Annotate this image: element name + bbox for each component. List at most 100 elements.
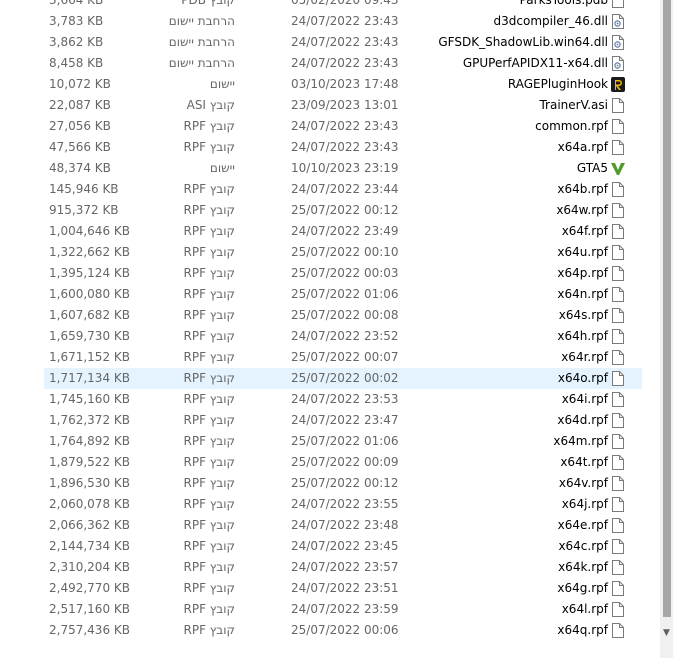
file-row[interactable]: 1,745,160 KB קובץ RPF 24/07/2022 23:53 x64i… <box>0 389 660 410</box>
file-type: קובץ RPF <box>183 245 236 259</box>
file-type: קובץ RPF <box>183 266 236 280</box>
file-date-modified: 10/10/2023 23:19 <box>291 161 399 175</box>
file-size: 1,671,152 KB <box>49 350 130 364</box>
file-size: 1,717,134 KB <box>49 371 130 385</box>
file-type: קובץ RPF <box>183 602 236 616</box>
file-type: הרחבת יישום <box>168 35 235 49</box>
dll-file-icon <box>611 14 625 29</box>
file-size: 2,492,770 KB <box>49 581 130 595</box>
file-date-modified: 24/07/2022 23:57 <box>291 560 399 574</box>
file-name: GFSDK_ShadowLib.win64.dll <box>438 35 608 49</box>
blank-file-icon <box>611 602 625 617</box>
blank-file-icon <box>611 287 625 302</box>
file-type: קובץ RPF <box>183 371 236 385</box>
file-row[interactable]: 1,607,682 KB קובץ RPF 25/07/2022 00:08 x64s… <box>0 305 660 326</box>
file-name: x64t.rpf <box>560 455 608 469</box>
file-name: x64e.rpf <box>557 518 608 532</box>
file-date-modified: 24/07/2022 23:45 <box>291 539 399 553</box>
file-row[interactable]: 1,879,522 KB קובץ RPF 25/07/2022 00:09 x64t… <box>0 452 660 473</box>
file-size: 1,395,124 KB <box>49 266 130 280</box>
file-row[interactable]: 2,310,204 KB קובץ RPF 24/07/2022 23:57 x64k… <box>0 557 660 578</box>
file-name: x64f.rpf <box>561 224 608 238</box>
file-row[interactable]: 3,783 KB הרחבת יישום 24/07/2022 23:43 d3dco… <box>0 11 660 32</box>
file-type: קובץ RPF <box>183 182 236 196</box>
file-row[interactable]: 2,144,734 KB קובץ RPF 24/07/2022 23:45 x64c… <box>0 536 660 557</box>
file-name: x64w.rpf <box>556 203 608 217</box>
file-size: 2,060,078 KB <box>49 497 130 511</box>
scrollbar-thumb[interactable] <box>663 0 671 617</box>
file-row[interactable]: 915,372 KB קובץ RPF 25/07/2022 00:12 x64w.r… <box>0 200 660 221</box>
file-type: יישום <box>209 161 235 175</box>
file-date-modified: 24/07/2022 23:43 <box>291 140 399 154</box>
file-type: קובץ RPF <box>183 224 236 238</box>
scroll-down-arrow-icon[interactable]: ▼ <box>660 626 673 640</box>
file-row[interactable]: 8,458 KB הרחבת יישום 24/07/2022 23:43 GPUPe… <box>0 53 660 74</box>
file-type: הרחבת יישום <box>168 14 235 28</box>
blank-file-icon <box>611 203 625 218</box>
blank-file-icon <box>611 476 625 491</box>
file-date-modified: 24/07/2022 23:51 <box>291 581 399 595</box>
file-date-modified: 25/07/2022 01:06 <box>291 434 399 448</box>
file-row[interactable]: 47,566 KB קובץ RPF 24/07/2022 23:43 x64a.rp… <box>0 137 660 158</box>
file-date-modified: 25/07/2022 00:10 <box>291 245 399 259</box>
file-row[interactable]: 2,060,078 KB קובץ RPF 24/07/2022 23:55 x64j… <box>0 494 660 515</box>
file-row[interactable]: 1,671,152 KB קובץ RPF 25/07/2022 00:07 x64r… <box>0 347 660 368</box>
gta5-app-icon <box>611 161 625 176</box>
file-row[interactable]: 1,395,124 KB קובץ RPF 25/07/2022 00:03 x64p… <box>0 263 660 284</box>
file-date-modified: 24/07/2022 23:48 <box>291 518 399 532</box>
file-size: 3,783 KB <box>49 14 104 28</box>
file-date-modified: 25/07/2022 00:03 <box>291 266 399 280</box>
file-date-modified: 03/10/2023 17:48 <box>291 77 399 91</box>
file-name: x64g.rpf <box>557 581 608 595</box>
file-row[interactable]: 10,072 KB יישום 03/10/2023 17:48 RAGEPlugin… <box>0 74 660 95</box>
file-date-modified: 24/07/2022 23:44 <box>291 182 399 196</box>
blank-file-icon <box>611 140 625 155</box>
file-size: 22,087 KB <box>49 98 111 112</box>
file-type: קובץ RPF <box>183 119 236 133</box>
blank-file-icon <box>611 0 625 8</box>
file-row[interactable]: 1,600,080 KB קובץ RPF 25/07/2022 01:06 x64n… <box>0 284 660 305</box>
file-row[interactable]: 2,757,436 KB קובץ RPF 25/07/2022 00:06 x64q… <box>0 620 660 641</box>
file-type: קובץ RPF <box>183 581 236 595</box>
file-name: x64p.rpf <box>557 266 608 280</box>
file-type: קובץ RPF <box>183 455 236 469</box>
file-row[interactable]: 3,862 KB הרחבת יישום 24/07/2022 23:43 GFSDK… <box>0 32 660 53</box>
file-date-modified: 25/07/2022 00:02 <box>291 371 399 385</box>
file-row[interactable]: 48,374 KB יישום 10/10/2023 23:19 GTA5 <box>0 158 660 179</box>
file-row[interactable]: 27,056 KB קובץ RPF 24/07/2022 23:43 common.… <box>0 116 660 137</box>
file-row[interactable]: 1,322,662 KB קובץ RPF 25/07/2022 00:10 x64u… <box>0 242 660 263</box>
file-row[interactable]: 145,946 KB קובץ RPF 24/07/2022 23:44 x64b.r… <box>0 179 660 200</box>
blank-file-icon <box>611 98 625 113</box>
vertical-scrollbar[interactable]: ▼ <box>660 0 673 658</box>
file-size: 2,066,362 KB <box>49 518 130 532</box>
file-row[interactable]: 1,764,892 KB קובץ RPF 25/07/2022 01:06 x64m… <box>0 431 660 452</box>
file-name: x64d.rpf <box>557 413 608 427</box>
file-date-modified: 24/07/2022 23:53 <box>291 392 399 406</box>
file-row[interactable]: 2,517,160 KB קובץ RPF 24/07/2022 23:59 x64l… <box>0 599 660 620</box>
file-name: GTA5 <box>576 161 608 175</box>
file-size: 2,757,436 KB <box>49 623 130 637</box>
file-size: 3,664 KB <box>49 0 104 7</box>
blank-file-icon <box>611 413 625 428</box>
file-row[interactable]: 3,664 KB קובץ PDB 05/02/2020 09:43 ParksToo… <box>0 0 660 11</box>
file-type: קובץ RPF <box>183 308 236 322</box>
file-row[interactable]: 1,717,134 KB קובץ RPF 25/07/2022 00:02 x64o… <box>0 368 660 389</box>
file-row[interactable]: 1,659,730 KB קובץ RPF 24/07/2022 23:52 x64h… <box>0 326 660 347</box>
file-row[interactable]: 1,896,530 KB קובץ RPF 25/07/2022 00:12 x64v… <box>0 473 660 494</box>
file-size: 1,607,682 KB <box>49 308 130 322</box>
file-date-modified: 24/07/2022 23:55 <box>291 497 399 511</box>
file-row[interactable]: 1,762,372 KB קובץ RPF 24/07/2022 23:47 x64d… <box>0 410 660 431</box>
file-row[interactable]: 2,492,770 KB קובץ RPF 24/07/2022 23:51 x64g… <box>0 578 660 599</box>
file-type: קובץ RPF <box>183 203 236 217</box>
blank-file-icon <box>611 581 625 596</box>
file-date-modified: 25/07/2022 00:12 <box>291 203 399 217</box>
dll-file-icon <box>611 56 625 71</box>
dll-file-icon <box>611 35 625 50</box>
file-row[interactable]: 1,004,646 KB קובץ RPF 24/07/2022 23:49 x64f… <box>0 221 660 242</box>
blank-file-icon <box>611 623 625 638</box>
file-name: x64a.rpf <box>557 140 608 154</box>
file-date-modified: 25/07/2022 00:06 <box>291 623 399 637</box>
file-row[interactable]: 22,087 KB קובץ ASI 23/09/2023 13:01 Trainer… <box>0 95 660 116</box>
file-date-modified: 25/07/2022 00:08 <box>291 308 399 322</box>
file-row[interactable]: 2,066,362 KB קובץ RPF 24/07/2022 23:48 x64e… <box>0 515 660 536</box>
